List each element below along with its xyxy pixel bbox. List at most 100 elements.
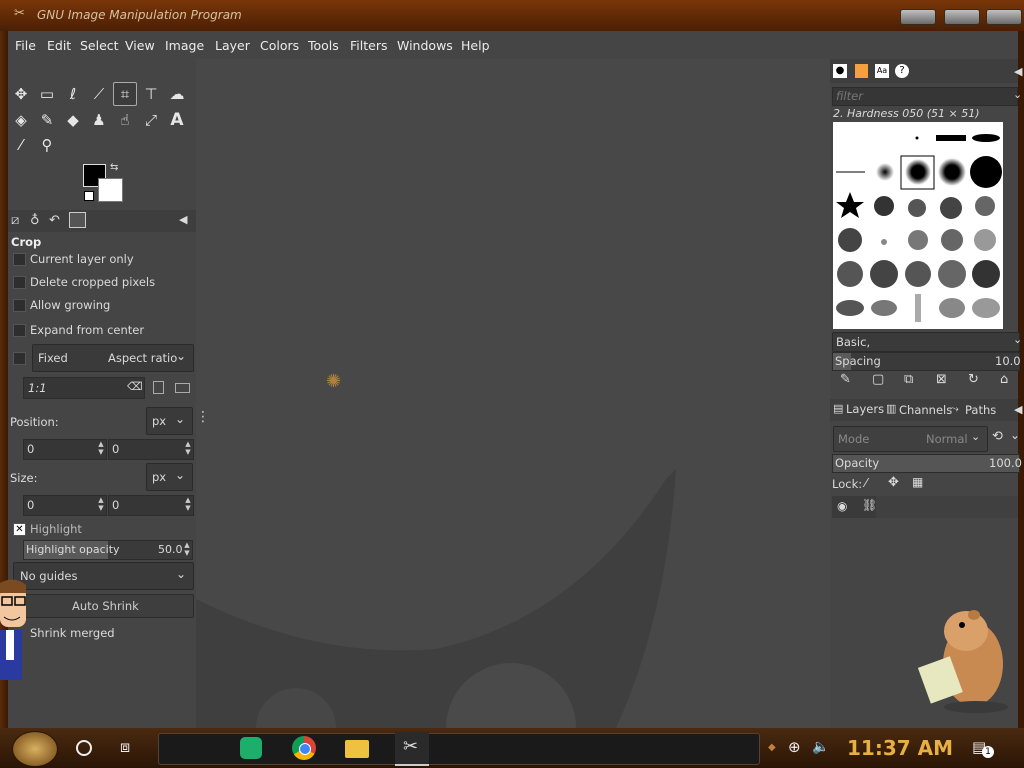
- search-icon[interactable]: [76, 740, 92, 756]
- current-layer-only-checkbox[interactable]: [13, 253, 26, 266]
- smudge-tool-icon[interactable]: ☝: [114, 109, 136, 131]
- guides-combo[interactable]: No guides ⌄: [13, 562, 194, 590]
- bucket-fill-tool-icon[interactable]: ◈: [10, 109, 32, 131]
- size-unit-combo[interactable]: px ⌄: [146, 463, 193, 491]
- chevron-down-icon[interactable]: ⌄: [1010, 428, 1020, 442]
- rect-select-tool-icon[interactable]: ▭: [36, 83, 58, 105]
- new-brush-icon[interactable]: ▢: [872, 372, 884, 387]
- menu-colors[interactable]: Colors: [260, 38, 299, 53]
- menu-select[interactable]: Select: [80, 38, 119, 53]
- maximize-button[interactable]: [944, 9, 980, 25]
- menu-view[interactable]: View: [125, 38, 155, 53]
- layers-list[interactable]: [876, 496, 1018, 518]
- device-status-tab-icon[interactable]: ♁: [30, 213, 40, 228]
- composite-mode-icon[interactable]: ⟲: [992, 429, 1003, 444]
- position-x-input[interactable]: 0: [23, 439, 107, 460]
- highlight-opacity-slider[interactable]: Highlight opacity 50.0: [23, 540, 193, 560]
- eraser-tool-icon[interactable]: ◆: [62, 109, 84, 131]
- brushes-grid[interactable]: [833, 122, 1003, 329]
- refresh-brushes-icon[interactable]: ↻: [968, 372, 979, 387]
- chrome-app-icon[interactable]: [292, 736, 316, 760]
- lock-pixels-icon[interactable]: ⁄: [865, 476, 867, 490]
- highlight-opacity-spin[interactable]: ▲ ▼: [182, 541, 192, 557]
- taskbar-clock[interactable]: 11:37 AM: [847, 736, 953, 760]
- menu-file[interactable]: File: [15, 38, 36, 53]
- size-x-input[interactable]: 0: [23, 495, 107, 516]
- menu-image[interactable]: Image: [165, 38, 204, 53]
- tab-layers[interactable]: Layers: [846, 402, 884, 416]
- tool-options-tab-icon[interactable]: ⧄: [11, 213, 19, 228]
- background-color-swatch[interactable]: [98, 178, 123, 202]
- configure-tab-icon[interactable]: ◀: [1014, 403, 1022, 416]
- move-tool-icon[interactable]: ✥: [10, 83, 32, 105]
- tab-paths[interactable]: Paths: [965, 403, 996, 417]
- layers-tab-icon[interactable]: ▤: [833, 402, 843, 415]
- crop-tool-icon[interactable]: ⌗: [113, 82, 137, 106]
- brush-tag-combo[interactable]: Basic, ⌄: [832, 332, 1022, 352]
- panel-resize-handle-icon[interactable]: ⋮: [196, 409, 210, 425]
- reset-colors-icon[interactable]: [84, 191, 94, 201]
- lock-alpha-icon[interactable]: ▦: [912, 475, 923, 489]
- ratio-entry[interactable]: 1:1 ⌫: [23, 377, 145, 399]
- menu-tools[interactable]: Tools: [308, 38, 339, 53]
- unified-transform-tool-icon[interactable]: ⊤: [140, 83, 162, 105]
- allow-growing-checkbox[interactable]: [13, 299, 26, 312]
- fuzzy-select-tool-icon[interactable]: ⟋: [88, 83, 110, 105]
- brushes-tab-icon[interactable]: ●: [833, 64, 847, 78]
- paths-tool-icon[interactable]: ⤢: [140, 109, 162, 131]
- zoom-tool-icon[interactable]: ⚲: [36, 134, 58, 156]
- free-select-tool-icon[interactable]: ℓ: [62, 83, 84, 105]
- clone-tool-icon[interactable]: ♟: [88, 109, 110, 131]
- file-explorer-app-icon[interactable]: [345, 740, 369, 758]
- paths-tab-icon[interactable]: ⤳: [950, 402, 959, 416]
- fixed-mode-combo[interactable]: Fixed Aspect ratio ⌄: [32, 344, 194, 372]
- layer-mode-combo[interactable]: Mode Normal ⌄: [833, 426, 988, 452]
- menu-filters[interactable]: Filters: [350, 38, 387, 53]
- position-x-spin[interactable]: ▲ ▼: [96, 440, 106, 456]
- notification-icon[interactable]: ▤ 1: [972, 738, 994, 758]
- position-y-input[interactable]: 0: [108, 439, 194, 460]
- color-picker-tool-icon[interactable]: ⁄: [10, 134, 32, 156]
- portrait-icon[interactable]: [153, 381, 164, 394]
- highlight-checkbox[interactable]: ✕: [13, 523, 26, 536]
- undo-history-tab-icon[interactable]: ↶: [49, 213, 60, 228]
- images-tab-icon[interactable]: [69, 212, 86, 228]
- configure-tab-icon[interactable]: ◀: [179, 213, 187, 226]
- lock-position-icon[interactable]: ✥: [888, 475, 899, 490]
- menu-windows[interactable]: Windows: [397, 38, 453, 53]
- close-button[interactable]: [986, 9, 1022, 25]
- text-tool-icon[interactable]: A: [166, 109, 188, 131]
- size-y-input[interactable]: 0: [108, 495, 194, 516]
- gimp-taskbar-button[interactable]: ✂: [395, 732, 429, 766]
- spacing-slider[interactable]: Spacing 10.0: [832, 352, 1021, 371]
- size-y-spin[interactable]: ▲ ▼: [183, 496, 193, 512]
- landscape-icon[interactable]: [175, 383, 190, 393]
- task-view-icon[interactable]: ⧈: [120, 737, 130, 757]
- brush-filter-input[interactable]: filter ⌄: [832, 87, 1022, 106]
- delete-brush-icon[interactable]: ⊠: [936, 372, 947, 387]
- channels-tab-icon[interactable]: ▥: [886, 402, 896, 415]
- minimize-button[interactable]: [900, 9, 936, 25]
- expand-from-center-checkbox[interactable]: [13, 324, 26, 337]
- tray-overflow-icon[interactable]: ◆: [768, 742, 776, 753]
- menu-layer[interactable]: Layer: [215, 38, 250, 53]
- eye-icon[interactable]: ◉: [837, 499, 847, 513]
- chain-icon[interactable]: ⛓: [862, 498, 877, 512]
- help-tab-icon[interactable]: ?: [895, 64, 909, 78]
- position-y-spin[interactable]: ▲ ▼: [183, 440, 193, 456]
- position-unit-combo[interactable]: px ⌄: [146, 407, 193, 435]
- fixed-checkbox[interactable]: [13, 352, 26, 365]
- clear-entry-icon[interactable]: ⌫: [127, 380, 143, 393]
- size-x-spin[interactable]: ▲ ▼: [96, 496, 106, 512]
- tab-channels[interactable]: Channels: [899, 403, 952, 417]
- delete-cropped-pixels-checkbox[interactable]: [13, 276, 26, 289]
- edit-brush-icon[interactable]: ✎: [840, 372, 851, 387]
- swap-colors-icon[interactable]: ⇆: [110, 162, 118, 173]
- network-icon[interactable]: ⊕: [788, 738, 801, 756]
- start-button[interactable]: [12, 731, 58, 767]
- sheets-app-icon[interactable]: [240, 737, 262, 759]
- volume-muted-icon[interactable]: 🔈: [812, 739, 829, 755]
- fonts-tab-icon[interactable]: Aa: [875, 64, 889, 78]
- configure-tab-icon[interactable]: ◀: [1014, 65, 1022, 78]
- image-canvas[interactable]: ✺ ⋮ ⋮: [196, 59, 830, 728]
